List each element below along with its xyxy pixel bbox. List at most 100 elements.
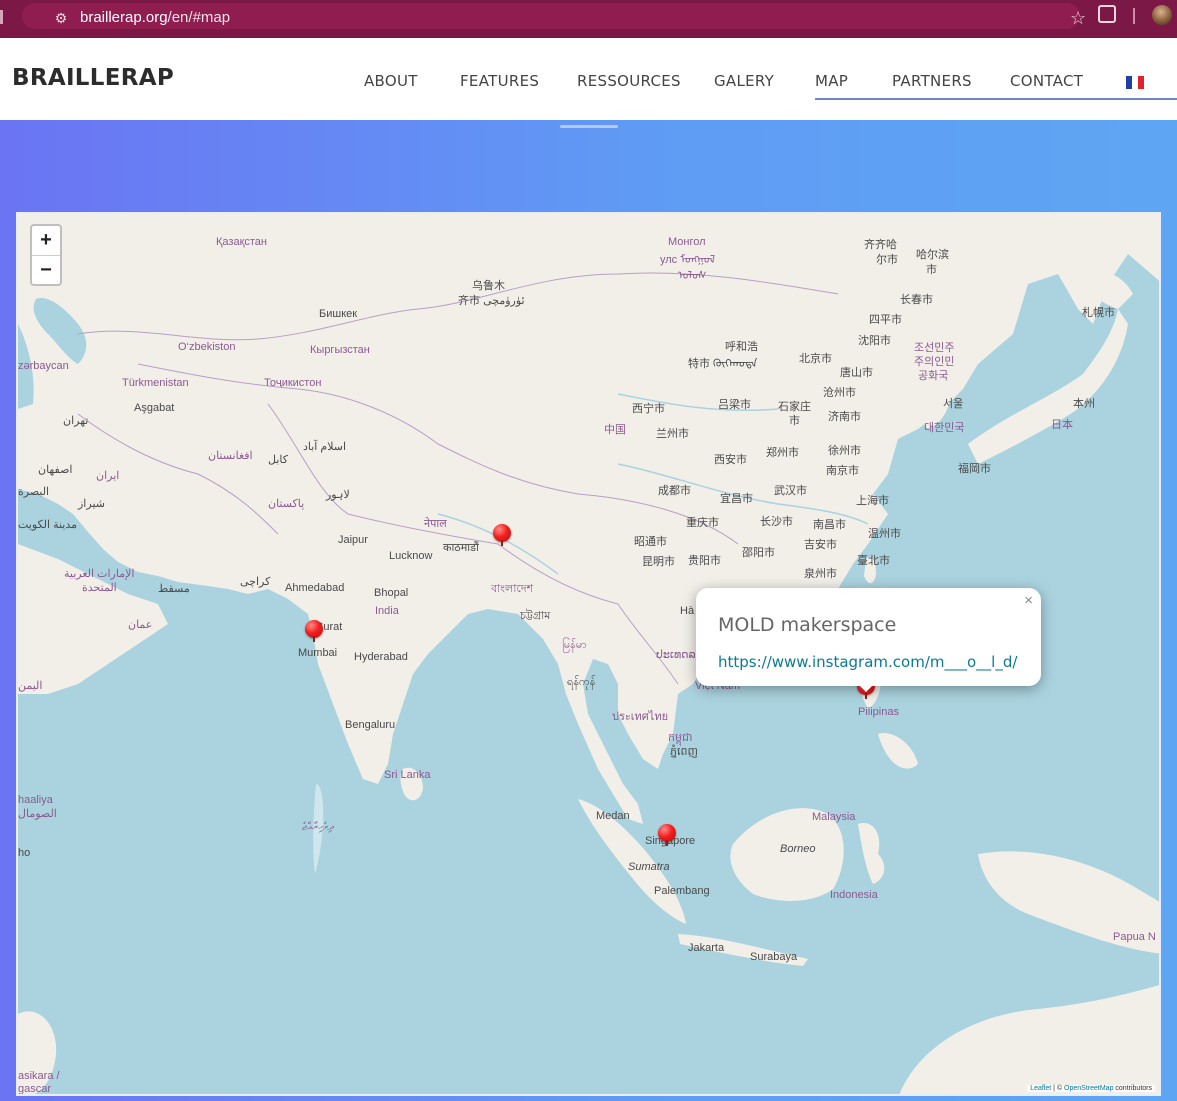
label-somalia: haaliya bbox=[18, 794, 53, 806]
label-ashgabat: Aşgabat bbox=[134, 402, 175, 414]
label-phnom-penh: ភ្នំពេញ bbox=[670, 746, 698, 758]
label-islamabad: اسلام آباد bbox=[303, 441, 347, 453]
popup-tip bbox=[856, 682, 876, 692]
popup-link[interactable]: https://www.instagram.com/m___o__l_d/ bbox=[718, 653, 1017, 671]
label-mongolia-3: ᠤᠯᠤᠰ bbox=[678, 270, 707, 282]
label-borneo: Borneo bbox=[780, 843, 816, 855]
nav-features[interactable]: FEATURES bbox=[460, 72, 539, 90]
attribution-separator: | © bbox=[1051, 1085, 1065, 1092]
label-bengaluru: Bengaluru bbox=[345, 719, 396, 731]
label-pakistan: پاکستان bbox=[268, 498, 305, 510]
leaflet-link[interactable]: Leaflet bbox=[1030, 1085, 1051, 1092]
nav-galery[interactable]: GALERY bbox=[714, 72, 774, 90]
map-container[interactable]: Қазақстан Монгол улс ᠮᠣᠩᠭᠣᠯ ᠤᠯᠤᠰ 齐齐哈 尔市 … bbox=[16, 212, 1161, 1096]
toolbar-divider bbox=[1133, 8, 1135, 24]
label-xining: 西宁市 bbox=[632, 403, 665, 415]
label-chittagong: চট্টগ্রাম bbox=[520, 610, 551, 622]
label-uae: الإمارات العربية bbox=[64, 568, 135, 580]
label-hohhot: 呼和浩 bbox=[725, 341, 758, 353]
osm-link[interactable]: OpenStreetMap bbox=[1064, 1085, 1113, 1092]
label-kathmandu: काठमाडौं bbox=[443, 542, 479, 554]
url-host: braillerap.org bbox=[80, 9, 168, 26]
tune-icon[interactable]: ⚙ bbox=[52, 9, 70, 27]
label-medan: Medan bbox=[596, 810, 630, 822]
label-harbin-2: 市 bbox=[926, 264, 937, 276]
label-wuhan: 武汉市 bbox=[774, 485, 807, 497]
label-surabaya: Surabaya bbox=[750, 951, 798, 963]
marker-popup: × MOLD makerspace https://www.instagram.… bbox=[696, 588, 1041, 686]
label-madagascar-2: gascar bbox=[18, 1083, 52, 1095]
label-sapporo: 札幌市 bbox=[1082, 307, 1115, 319]
map-marker-nepal[interactable] bbox=[493, 524, 511, 546]
label-chongqing: 重庆市 bbox=[686, 517, 719, 529]
label-yemen: اليمن bbox=[18, 680, 43, 692]
label-tajikistan: Тоҷикистон bbox=[264, 377, 322, 389]
label-malaysia: Malaysia bbox=[812, 811, 856, 823]
label-yichang: 宜昌市 bbox=[720, 493, 753, 505]
label-ahmedabad: Ahmedabad bbox=[285, 582, 345, 594]
label-azerbaijan: zərbaycan bbox=[18, 360, 69, 372]
label-nanchang: 南昌市 bbox=[813, 519, 846, 531]
label-uzbekistan: O‘zbekiston bbox=[178, 341, 236, 353]
label-japan: 日本 bbox=[1051, 419, 1073, 431]
label-pilipinas: Pilipinas bbox=[858, 706, 899, 718]
label-mumbai: Mumbai bbox=[298, 647, 338, 659]
site-logo[interactable]: BRAILLERAP bbox=[12, 65, 174, 91]
label-cambodia: កម្ពុជា bbox=[668, 732, 693, 744]
star-icon[interactable]: ☆ bbox=[1070, 8, 1086, 28]
label-jaipur: Jaipur bbox=[338, 534, 368, 546]
label-changchun: 长春市 bbox=[900, 294, 933, 306]
label-taipei: 臺北市 bbox=[857, 555, 890, 567]
label-isfahan: اصفهان bbox=[38, 464, 73, 476]
section-divider bbox=[560, 125, 618, 128]
label-kuwait: مدينة الكويت bbox=[18, 519, 78, 531]
label-indonesia: Indonesia bbox=[830, 889, 878, 901]
label-hanoi: Hà bbox=[680, 605, 695, 617]
address-bar[interactable]: ⚙ braillerap.org/en/#map ☆ bbox=[22, 3, 1086, 29]
label-bangladesh: বাংলাদেশ bbox=[491, 583, 534, 595]
nav-about[interactable]: ABOUT bbox=[364, 72, 418, 90]
zoom-in-button[interactable]: + bbox=[32, 226, 60, 256]
label-hyderabad: Hyderabad bbox=[354, 651, 408, 663]
label-madagascar: asikara / bbox=[18, 1070, 60, 1082]
label-north-korea-2: 주의인민 bbox=[914, 356, 955, 368]
label-beijing: 北京市 bbox=[799, 353, 832, 365]
label-bishkek: Бишкек bbox=[319, 308, 358, 320]
nav-ressources[interactable]: RESSOURCES bbox=[577, 72, 681, 90]
label-cangzhou: 沧州市 bbox=[823, 387, 856, 399]
close-icon[interactable]: × bbox=[1024, 592, 1033, 609]
label-honshu: 本州 bbox=[1073, 398, 1095, 410]
label-zhaotong: 昭通市 bbox=[634, 536, 667, 548]
label-papua: Papua N bbox=[1113, 931, 1156, 943]
label-lvliang: 吕梁市 bbox=[718, 399, 751, 411]
label-mongolia-2: улс ᠮᠣᠩᠭᠣᠯ bbox=[660, 254, 716, 266]
map-marker-singapore[interactable] bbox=[658, 824, 676, 846]
label-north-korea-3: 공화국 bbox=[918, 370, 949, 382]
zoom-out-button[interactable]: − bbox=[32, 256, 60, 285]
label-basra: البصرة bbox=[18, 486, 50, 498]
label-shijiazhuang-2: 市 bbox=[789, 415, 800, 427]
map-marker-surat[interactable] bbox=[305, 620, 323, 642]
label-lanzhou: 兰州市 bbox=[656, 428, 689, 440]
french-flag-icon[interactable] bbox=[1126, 76, 1144, 89]
label-oman: عمان bbox=[128, 619, 153, 631]
label-kazakhstan: Қазақстан bbox=[216, 236, 267, 248]
label-turkmenistan: Türkmenistan bbox=[122, 377, 189, 389]
extensions-icon[interactable] bbox=[1098, 5, 1116, 23]
url-text[interactable]: braillerap.org/en/#map bbox=[80, 9, 230, 27]
label-qiqihar: 齐齐哈 bbox=[864, 239, 897, 251]
label-kyrgyzstan: Кыргызстан bbox=[310, 344, 370, 356]
nav-contact[interactable]: CONTACT bbox=[1010, 72, 1083, 90]
label-sri-lanka: Sri Lanka bbox=[384, 769, 431, 781]
label-lahore: لاہور bbox=[326, 489, 350, 501]
attribution-tail: contributors bbox=[1113, 1085, 1152, 1092]
label-uae-2: المتحدة bbox=[82, 582, 117, 594]
label-china: 中国 bbox=[604, 424, 626, 436]
label-shaoyang: 邵阳市 bbox=[742, 547, 775, 559]
nav-partners[interactable]: PARTNERS bbox=[892, 72, 972, 90]
popup-title: MOLD makerspace bbox=[718, 614, 897, 636]
profile-avatar[interactable] bbox=[1152, 5, 1172, 25]
label-urumqi: 乌鲁木 bbox=[472, 280, 505, 292]
nav-map[interactable]: MAP bbox=[815, 72, 848, 90]
label-urumqi-2: 齐市 ئۈرۈمچى bbox=[458, 295, 525, 307]
